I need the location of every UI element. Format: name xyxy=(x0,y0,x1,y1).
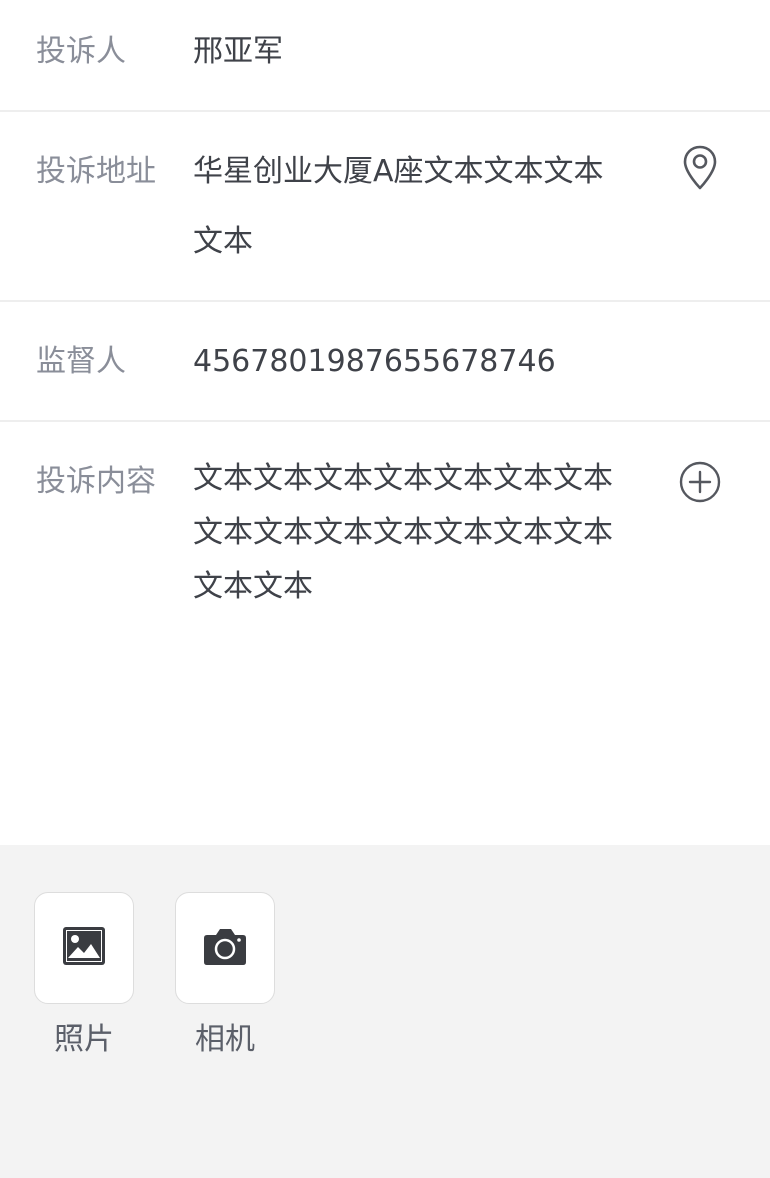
photo-tile[interactable] xyxy=(34,892,134,1004)
camera-tile[interactable] xyxy=(175,892,275,1004)
address-row: 投诉地址 华星创业大厦A座文本文本文本文本 xyxy=(0,112,770,302)
image-icon xyxy=(63,927,105,969)
complaint-form: 投诉人 邢亚军 投诉地址 华星创业大厦A座文本文本文本文本 监督人 456780… xyxy=(0,0,770,845)
address-label: 投诉地址 xyxy=(36,154,156,189)
complainant-label: 投诉人 xyxy=(36,34,126,69)
camera-label: 相机 xyxy=(195,1022,255,1057)
photo-label: 照片 xyxy=(54,1022,114,1057)
complainant-row: 投诉人 邢亚军 xyxy=(0,0,770,112)
plus-circle-icon[interactable] xyxy=(676,456,724,508)
address-value[interactable]: 华星创业大厦A座文本文本文本文本 xyxy=(193,137,613,277)
content-row: 投诉内容 文本文本文本文本文本文本文本文本文本文本文本文本文本文本文本文本 xyxy=(0,422,770,845)
attachment-panel: 照片 相机 xyxy=(0,845,770,1178)
photo-button[interactable]: 照片 xyxy=(34,892,134,1060)
supervisor-label: 监督人 xyxy=(36,344,126,379)
camera-button[interactable]: 相机 xyxy=(175,892,275,1060)
location-pin-icon[interactable] xyxy=(676,142,724,194)
supervisor-row: 监督人 4567801987655678746 xyxy=(0,302,770,422)
camera-icon xyxy=(204,927,246,969)
supervisor-value[interactable]: 4567801987655678746 xyxy=(193,342,556,382)
content-label: 投诉内容 xyxy=(36,464,156,499)
content-value[interactable]: 文本文本文本文本文本文本文本文本文本文本文本文本文本文本文本文本 xyxy=(193,452,613,614)
complainant-value[interactable]: 邢亚军 xyxy=(193,32,283,72)
